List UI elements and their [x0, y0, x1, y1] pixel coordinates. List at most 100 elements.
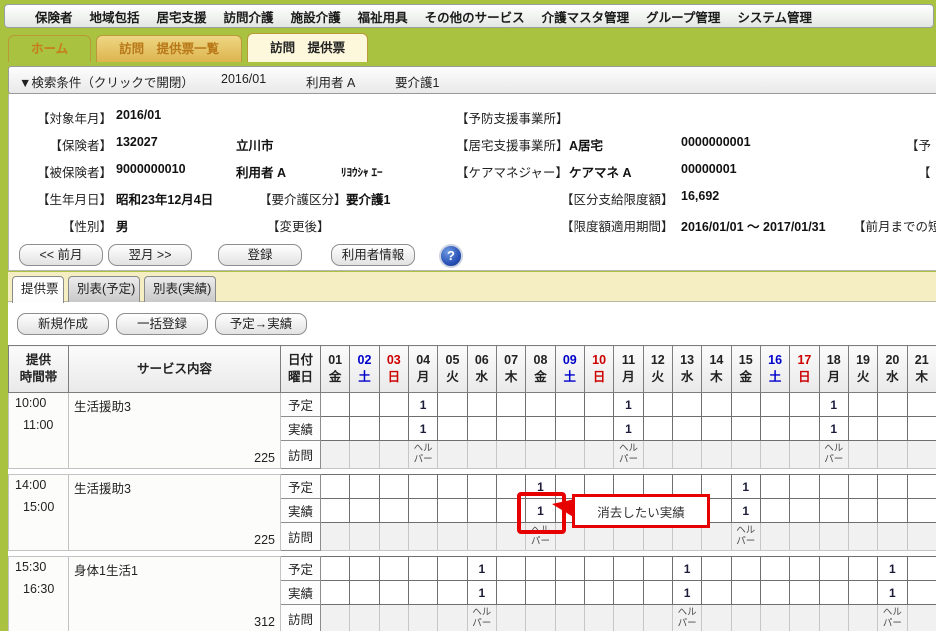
- visit-cell-block-2-day-02[interactable]: [350, 523, 379, 551]
- actual-cell-block-3-day-21[interactable]: [907, 581, 936, 605]
- visit-cell-block-1-day-07[interactable]: [496, 441, 525, 469]
- visit-cell-block-1-day-06[interactable]: [467, 441, 496, 469]
- actual-cell-block-1-day-07[interactable]: [496, 417, 525, 441]
- prev-month-button[interactable]: << 前月: [19, 244, 103, 266]
- plan-cell-block-3-day-10[interactable]: [584, 557, 613, 581]
- actual-cell-block-3-day-12[interactable]: [643, 581, 672, 605]
- visit-cell-block-3-day-13[interactable]: ヘルパー: [672, 605, 701, 631]
- actual-cell-block-3-day-06[interactable]: 1: [467, 581, 496, 605]
- visit-cell-block-2-day-05[interactable]: [438, 523, 467, 551]
- new-button[interactable]: 新規作成: [17, 313, 109, 335]
- visit-cell-block-3-day-15[interactable]: [731, 605, 760, 631]
- menu-item-7[interactable]: その他のサービス: [425, 7, 525, 26]
- plan-cell-block-1-day-18[interactable]: 1: [819, 393, 848, 417]
- menu-item-5[interactable]: 施設介護: [291, 7, 341, 26]
- visit-cell-block-1-day-20[interactable]: [878, 441, 907, 469]
- visit-cell-block-2-day-17[interactable]: [790, 523, 819, 551]
- tab-home[interactable]: ホーム: [8, 35, 91, 62]
- bulk-register-button[interactable]: 一括登録: [116, 313, 208, 335]
- register-button[interactable]: 登録: [218, 244, 302, 266]
- help-icon[interactable]: ?: [439, 244, 463, 268]
- visit-cell-block-3-day-21[interactable]: [907, 605, 936, 631]
- actual-cell-block-3-day-16[interactable]: [760, 581, 789, 605]
- actual-cell-block-1-day-15[interactable]: [731, 417, 760, 441]
- plan-cell-block-3-day-16[interactable]: [760, 557, 789, 581]
- visit-cell-block-1-day-16[interactable]: [760, 441, 789, 469]
- actual-cell-block-3-day-01[interactable]: [321, 581, 350, 605]
- plan-cell-block-3-day-20[interactable]: 1: [878, 557, 907, 581]
- visit-cell-block-3-day-11[interactable]: [614, 605, 643, 631]
- plan-cell-block-3-day-05[interactable]: [438, 557, 467, 581]
- actual-cell-block-1-day-20[interactable]: [878, 417, 907, 441]
- menu-item-10[interactable]: システム管理: [737, 7, 812, 26]
- plan-cell-block-3-day-09[interactable]: [555, 557, 584, 581]
- actual-cell-block-2-day-02[interactable]: [350, 499, 379, 523]
- visit-cell-block-2-day-04[interactable]: [408, 523, 437, 551]
- plan-cell-block-1-day-16[interactable]: [760, 393, 789, 417]
- visit-cell-block-3-day-04[interactable]: [408, 605, 437, 631]
- actual-cell-block-1-day-11[interactable]: 1: [614, 417, 643, 441]
- search-toggle[interactable]: ▼検索条件（クリックで開閉）: [19, 72, 194, 91]
- visit-cell-block-2-day-01[interactable]: [321, 523, 350, 551]
- actual-cell-block-1-day-02[interactable]: [350, 417, 379, 441]
- visit-cell-block-1-day-02[interactable]: [350, 441, 379, 469]
- visit-cell-block-1-day-21[interactable]: [907, 441, 936, 469]
- actual-cell-block-3-day-09[interactable]: [555, 581, 584, 605]
- visit-cell-block-1-day-04[interactable]: ヘルパー: [408, 441, 437, 469]
- actual-cell-block-1-day-12[interactable]: [643, 417, 672, 441]
- plan-cell-block-2-day-18[interactable]: [819, 475, 848, 499]
- menu-item-8[interactable]: 介護マスタ管理: [542, 7, 630, 26]
- actual-cell-block-1-day-09[interactable]: [555, 417, 584, 441]
- visit-cell-block-2-day-20[interactable]: [878, 523, 907, 551]
- plan-cell-block-1-day-20[interactable]: [878, 393, 907, 417]
- tab-visit-list[interactable]: 訪問 提供票一覧: [96, 35, 242, 62]
- plan-cell-block-2-day-06[interactable]: [467, 475, 496, 499]
- plan-cell-block-3-day-18[interactable]: [819, 557, 848, 581]
- visit-cell-block-1-day-08[interactable]: [526, 441, 555, 469]
- actual-cell-block-1-day-08[interactable]: [526, 417, 555, 441]
- visit-cell-block-1-day-09[interactable]: [555, 441, 584, 469]
- actual-cell-block-2-day-15[interactable]: 1: [731, 499, 760, 523]
- next-month-button[interactable]: 翌月 >>: [108, 244, 192, 266]
- plan-cell-block-1-day-01[interactable]: [321, 393, 350, 417]
- subtab-beppyo-jisseki[interactable]: 別表(実績): [144, 276, 216, 302]
- visit-cell-block-1-day-10[interactable]: [584, 441, 613, 469]
- visit-cell-block-1-day-18[interactable]: ヘルパー: [819, 441, 848, 469]
- plan-cell-block-3-day-07[interactable]: [496, 557, 525, 581]
- plan-to-actual-button[interactable]: 予定→実績: [215, 313, 307, 335]
- actual-cell-block-2-day-03[interactable]: [379, 499, 408, 523]
- actual-cell-block-3-day-19[interactable]: [848, 581, 877, 605]
- actual-cell-block-3-day-14[interactable]: [702, 581, 731, 605]
- visit-cell-block-1-day-15[interactable]: [731, 441, 760, 469]
- plan-cell-block-3-day-15[interactable]: [731, 557, 760, 581]
- plan-cell-block-2-day-17[interactable]: [790, 475, 819, 499]
- plan-cell-block-1-day-06[interactable]: [467, 393, 496, 417]
- visit-cell-block-3-day-07[interactable]: [496, 605, 525, 631]
- visit-cell-block-3-day-05[interactable]: [438, 605, 467, 631]
- plan-cell-block-3-day-06[interactable]: 1: [467, 557, 496, 581]
- visit-cell-block-3-day-01[interactable]: [321, 605, 350, 631]
- visit-cell-block-1-day-13[interactable]: [672, 441, 701, 469]
- actual-cell-block-3-day-04[interactable]: [408, 581, 437, 605]
- menu-item-6[interactable]: 福祉用具: [358, 7, 408, 26]
- actual-cell-block-3-day-05[interactable]: [438, 581, 467, 605]
- visit-cell-block-3-day-08[interactable]: [526, 605, 555, 631]
- actual-cell-block-1-day-16[interactable]: [760, 417, 789, 441]
- tab-visit-ticket[interactable]: 訪問 提供票: [247, 33, 368, 62]
- visit-cell-block-3-day-20[interactable]: ヘルパー: [878, 605, 907, 631]
- plan-cell-block-2-day-16[interactable]: [760, 475, 789, 499]
- subtab-teikyohyo[interactable]: 提供票: [12, 276, 64, 303]
- actual-cell-block-3-day-03[interactable]: [379, 581, 408, 605]
- plan-cell-block-3-day-17[interactable]: [790, 557, 819, 581]
- menu-item-4[interactable]: 訪問介護: [224, 7, 274, 26]
- actual-cell-block-1-day-17[interactable]: [790, 417, 819, 441]
- visit-cell-block-2-day-16[interactable]: [760, 523, 789, 551]
- actual-cell-block-1-day-21[interactable]: [907, 417, 936, 441]
- plan-cell-block-1-day-17[interactable]: [790, 393, 819, 417]
- actual-cell-block-2-day-06[interactable]: [467, 499, 496, 523]
- plan-cell-block-2-day-02[interactable]: [350, 475, 379, 499]
- plan-cell-block-1-day-15[interactable]: [731, 393, 760, 417]
- actual-cell-block-2-day-18[interactable]: [819, 499, 848, 523]
- actual-cell-block-3-day-11[interactable]: [614, 581, 643, 605]
- plan-cell-block-3-day-12[interactable]: [643, 557, 672, 581]
